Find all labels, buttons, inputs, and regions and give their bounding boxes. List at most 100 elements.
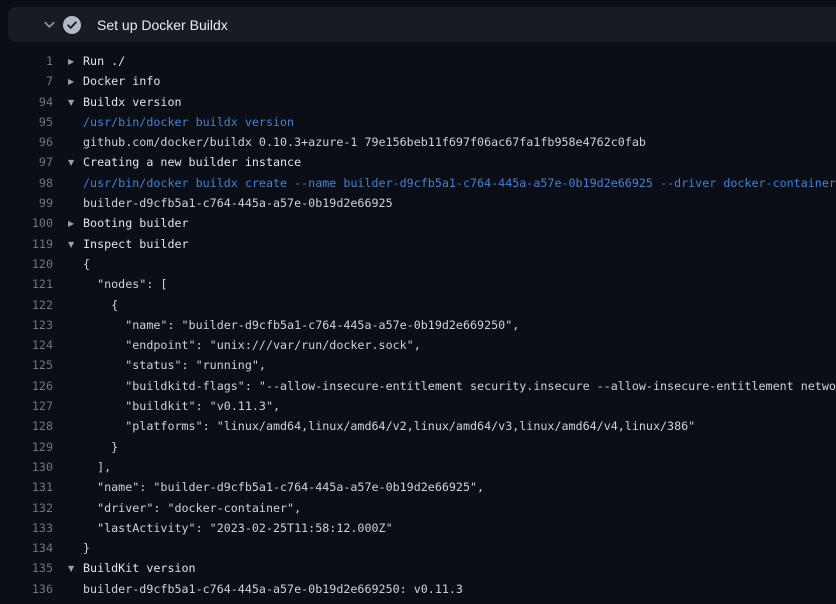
line-number[interactable]: 96 — [0, 132, 53, 152]
log-line: 98/usr/bin/docker buildx create --name b… — [0, 173, 836, 193]
triangle-down-icon[interactable]: ▼ — [68, 559, 83, 578]
log-command-text: /usr/bin/docker buildx create --name bui… — [83, 176, 836, 190]
log-line: 122 { — [0, 295, 836, 315]
log-group-header[interactable]: ▶Run ./ — [68, 51, 125, 71]
log-group-header[interactable]: ▶Docker info — [68, 71, 160, 91]
log-line: 133 "lastActivity": "2023-02-25T11:58:12… — [0, 518, 836, 538]
log-output-text: "endpoint": "unix:///var/run/docker.sock… — [83, 338, 421, 352]
log-group-header[interactable]: ▶Booting builder — [68, 213, 189, 233]
line-number[interactable]: 100 — [0, 213, 53, 233]
log-output-text: "status": "running", — [83, 358, 266, 372]
log-output-text: "buildkit": "v0.11.3", — [83, 399, 280, 413]
log-line: 121 "nodes": [ — [0, 274, 836, 294]
log-line: 135 ▼BuildKit version — [0, 558, 836, 578]
line-number[interactable]: 122 — [0, 295, 53, 315]
log-output-text: "buildkitd-flags": "--allow-insecure-ent… — [83, 379, 836, 393]
log-line: 97 ▼Creating a new builder instance — [0, 152, 836, 172]
line-number[interactable]: 128 — [0, 416, 53, 436]
log-line: 119 ▼Inspect builder — [0, 234, 836, 254]
line-number[interactable]: 135 — [0, 558, 53, 578]
log-line: 99 builder-d9cfb5a1-c764-445a-a57e-0b19d2… — [0, 193, 836, 213]
line-number[interactable]: 97 — [0, 152, 53, 172]
log-text-cell: builder-d9cfb5a1-c764-445a-a57e-0b19d2e6… — [68, 193, 393, 213]
line-number[interactable]: 127 — [0, 396, 53, 416]
log-line: 130 ], — [0, 457, 836, 477]
log-text-cell: "lastActivity": "2023-02-25T11:58:12.000… — [68, 518, 393, 538]
line-number[interactable]: 123 — [0, 315, 53, 335]
log-group-title: Booting builder — [83, 216, 189, 230]
line-number[interactable]: 125 — [0, 355, 53, 375]
log-text-cell: "name": "builder-d9cfb5a1-c764-445a-a57e… — [68, 315, 519, 335]
log-output-text: } — [83, 541, 90, 555]
line-number[interactable]: 133 — [0, 518, 53, 538]
chevron-down-icon[interactable] — [42, 17, 57, 32]
log-line: 94 ▼Buildx version — [0, 92, 836, 112]
log-text-cell: /usr/bin/docker buildx version — [68, 112, 294, 132]
log-group-header[interactable]: ▼Buildx version — [68, 92, 182, 112]
check-circle-icon — [63, 16, 81, 34]
log-output-text: ], — [83, 460, 111, 474]
log-line: 96 github.com/docker/buildx 0.10.3+azure-… — [0, 132, 836, 152]
log-text-cell: /usr/bin/docker buildx create --name bui… — [68, 173, 836, 193]
line-number[interactable]: 95 — [0, 112, 53, 132]
log-line: 100 ▶Booting builder — [0, 213, 836, 233]
log-line: 127 "buildkit": "v0.11.3", — [0, 396, 836, 416]
log-text-cell: ], — [68, 457, 111, 477]
line-number[interactable]: 7 — [0, 71, 53, 91]
log-line: 136 builder-d9cfb5a1-c764-445a-a57e-0b19d… — [0, 579, 836, 599]
line-number[interactable]: 99 — [0, 193, 53, 213]
log-group-title: Docker info — [83, 74, 160, 88]
step-header[interactable]: Set up Docker Buildx — [8, 7, 836, 42]
log-text-cell: "buildkitd-flags": "--allow-insecure-ent… — [68, 376, 836, 396]
log-text-cell: "driver": "docker-container", — [68, 498, 301, 518]
log-line: 123 "name": "builder-d9cfb5a1-c764-445a-… — [0, 315, 836, 335]
line-number[interactable]: 134 — [0, 538, 53, 558]
triangle-right-icon[interactable]: ▶ — [68, 214, 83, 233]
triangle-right-icon[interactable]: ▶ — [68, 72, 83, 91]
line-number[interactable]: 136 — [0, 579, 53, 599]
log-group-header[interactable]: ▼BuildKit version — [68, 558, 196, 578]
log-line: 126 "buildkitd-flags": "--allow-insecure… — [0, 376, 836, 396]
log-line: 131 "name": "builder-d9cfb5a1-c764-445a-… — [0, 477, 836, 497]
triangle-down-icon[interactable]: ▼ — [68, 235, 83, 254]
log-group-title: Inspect builder — [83, 237, 189, 251]
log-line: 124 "endpoint": "unix:///var/run/docker.… — [0, 335, 836, 355]
line-number[interactable]: 126 — [0, 376, 53, 396]
log-output-text: "platforms": "linux/amd64,linux/amd64/v2… — [83, 419, 695, 433]
line-number[interactable]: 120 — [0, 254, 53, 274]
log-text-cell: } — [68, 437, 118, 457]
log-line: 129 } — [0, 437, 836, 457]
log-line: 128 "platforms": "linux/amd64,linux/amd6… — [0, 416, 836, 436]
line-number[interactable]: 132 — [0, 498, 53, 518]
log-line: 120 { — [0, 254, 836, 274]
log-output-text: github.com/docker/buildx 0.10.3+azure-1 … — [83, 135, 646, 149]
triangle-down-icon[interactable]: ▼ — [68, 153, 83, 172]
log-text-cell: } — [68, 538, 90, 558]
log-group-title: Creating a new builder instance — [83, 155, 301, 169]
log-line: 95/usr/bin/docker buildx version — [0, 112, 836, 132]
log-output-text: "nodes": [ — [83, 277, 167, 291]
log-text-cell: "platforms": "linux/amd64,linux/amd64/v2… — [68, 416, 695, 436]
line-number[interactable]: 94 — [0, 92, 53, 112]
triangle-down-icon[interactable]: ▼ — [68, 93, 83, 112]
line-number[interactable]: 121 — [0, 274, 53, 294]
log-output-text: { — [83, 257, 90, 271]
log-text-cell: "nodes": [ — [68, 274, 167, 294]
log-text-cell: "status": "running", — [68, 355, 266, 375]
log-output-text: builder-d9cfb5a1-c764-445a-a57e-0b19d2e6… — [83, 582, 463, 596]
triangle-right-icon[interactable]: ▶ — [68, 52, 83, 71]
line-number[interactable]: 119 — [0, 234, 53, 254]
line-number[interactable]: 98 — [0, 173, 53, 193]
log-text-cell: { — [68, 254, 90, 274]
log-output-text: "name": "builder-d9cfb5a1-c764-445a-a57e… — [83, 480, 484, 494]
log-group-header[interactable]: ▼Inspect builder — [68, 234, 189, 254]
line-number[interactable]: 124 — [0, 335, 53, 355]
line-number[interactable]: 131 — [0, 477, 53, 497]
line-number[interactable]: 129 — [0, 437, 53, 457]
line-number[interactable]: 1 — [0, 51, 53, 71]
line-number[interactable]: 130 — [0, 457, 53, 477]
log-group-header[interactable]: ▼Creating a new builder instance — [68, 152, 301, 172]
log-group-title: Buildx version — [83, 95, 182, 109]
log-line: 7 ▶Docker info — [0, 71, 836, 91]
log-text-cell: "buildkit": "v0.11.3", — [68, 396, 280, 416]
